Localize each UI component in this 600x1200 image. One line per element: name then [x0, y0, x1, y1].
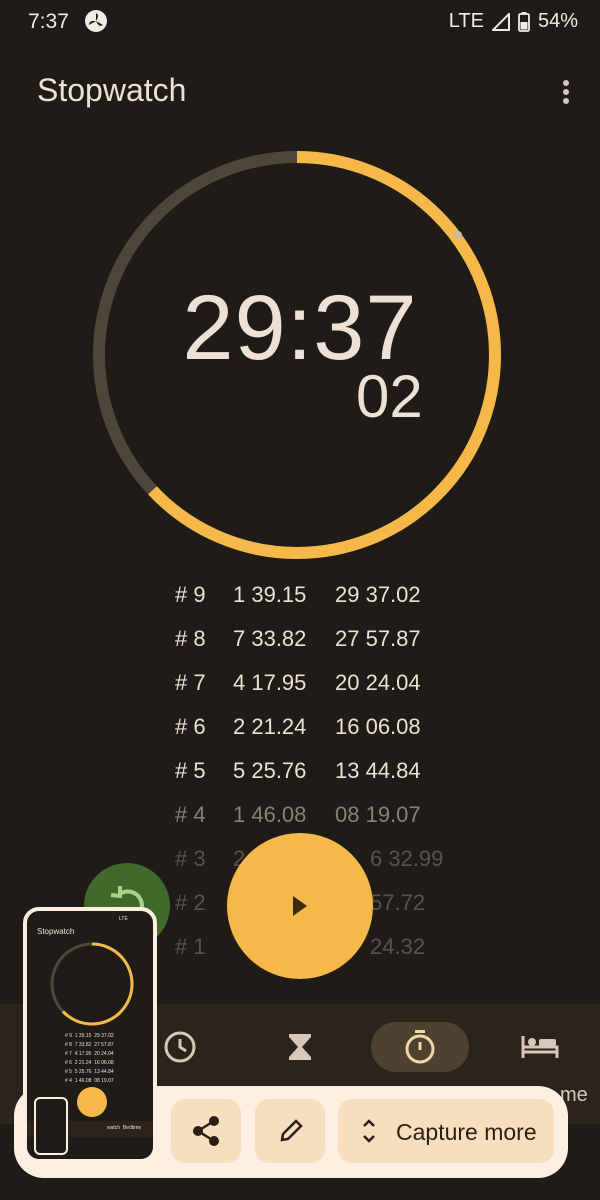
status-bar: 7:37 LTE 54%: [0, 0, 600, 44]
lap-split: 1 46.08: [233, 802, 307, 827]
stopwatch-icon: [405, 1030, 435, 1064]
network-type: LTE: [448, 10, 484, 32]
thumbnail-status: LTE: [119, 916, 128, 922]
thumbnail-mini-preview: [34, 1097, 68, 1155]
status-time: 7:37: [28, 10, 69, 33]
lap-row: # 8 7 33.82 27 57.87: [0, 616, 600, 660]
capture-more-label: Capture more: [396, 1119, 537, 1145]
thumbnail-lap-row: # 5 5 25.76 13 44.84: [65, 1069, 114, 1075]
lap-split: 2 21.24: [233, 714, 307, 739]
lap-number: # 3: [175, 846, 206, 871]
lap-row: # 4 1 46.08 08 19.07: [0, 792, 600, 836]
edit-button[interactable]: [255, 1099, 325, 1163]
thumbnail-lap-row: # 8 7 33.82 27 57.87: [65, 1042, 114, 1048]
lap-number: # 9: [175, 582, 206, 607]
thumbnail-play-button: [77, 1087, 107, 1117]
lap-split: 7 33.82: [233, 626, 307, 651]
lap-number: # 4: [175, 802, 206, 827]
lap-total: 24.32: [370, 934, 426, 959]
share-icon: [193, 1116, 219, 1146]
hourglass-icon: [289, 1034, 311, 1060]
nav-item-timer[interactable]: [251, 1022, 349, 1072]
nav-item-bedtime[interactable]: [491, 1022, 589, 1072]
elapsed-centiseconds: 02: [356, 363, 423, 430]
thumbnail-lap-row: # 7 4 17.95 20 24.04: [65, 1051, 114, 1057]
status-indicators: LTE 54%: [449, 10, 578, 33]
lap-row: # 7 4 17.95 20 24.04: [0, 660, 600, 704]
lap-split: 5 25.76: [233, 758, 307, 783]
lap-number: # 1: [175, 934, 206, 959]
lap-total: 08 19.07: [335, 802, 421, 827]
lap-total: 57.72: [370, 890, 426, 915]
play-icon: [293, 896, 307, 916]
fan-icon: [85, 10, 107, 32]
lap-total: 27 57.87: [335, 626, 421, 651]
lap-split: 1 39.15: [233, 582, 307, 607]
thumbnail-nav-labels: watch Bedtime: [107, 1125, 142, 1131]
lap-total: 20 24.04: [335, 670, 421, 695]
lap-total: 6 32.99: [370, 846, 444, 871]
bed-icon: [521, 1036, 559, 1058]
battery-icon: [518, 11, 530, 32]
thumbnail-lap-row: # 4 1 46.08 08 19.07: [65, 1078, 114, 1084]
lap-row: # 9 1 39.15 29 37.02: [0, 572, 600, 616]
page-title: Stopwatch: [37, 72, 187, 108]
lap-total: 16 06.08: [335, 714, 421, 739]
elapsed-time: 29:37: [182, 277, 418, 379]
play-button[interactable]: [227, 833, 373, 979]
share-button[interactable]: [171, 1099, 241, 1163]
nav-item-stopwatch[interactable]: [371, 1022, 469, 1072]
lap-row: # 5 5 25.76 13 44.84: [0, 748, 600, 792]
edit-icon: [280, 1119, 303, 1142]
lap-number: # 7: [175, 670, 206, 695]
signal-icon: [491, 12, 510, 31]
lap-number: # 6: [175, 714, 206, 739]
lap-number: # 2: [175, 890, 206, 915]
more-vert-icon[interactable]: [554, 78, 578, 106]
thumbnail-title: Stopwatch: [37, 927, 75, 936]
thumbnail-lap-row: # 6 2 21.24 16 06.08: [65, 1060, 114, 1066]
lap-split: 4 17.95: [233, 670, 307, 695]
thumbnail-lap-row: # 9 1 39.15 29 37.02: [65, 1033, 114, 1039]
thumbnail-dial: [50, 942, 134, 1026]
lap-total: 29 37.02: [335, 582, 421, 607]
lap-number: # 8: [175, 626, 206, 651]
battery-level: 54%: [537, 10, 578, 32]
lap-row: # 6 2 21.24 16 06.08: [0, 704, 600, 748]
dial-marker: [454, 231, 462, 239]
lap-number: # 5: [175, 758, 206, 783]
unfold-icon: [363, 1119, 375, 1143]
lap-total: 13 44.84: [335, 758, 421, 783]
